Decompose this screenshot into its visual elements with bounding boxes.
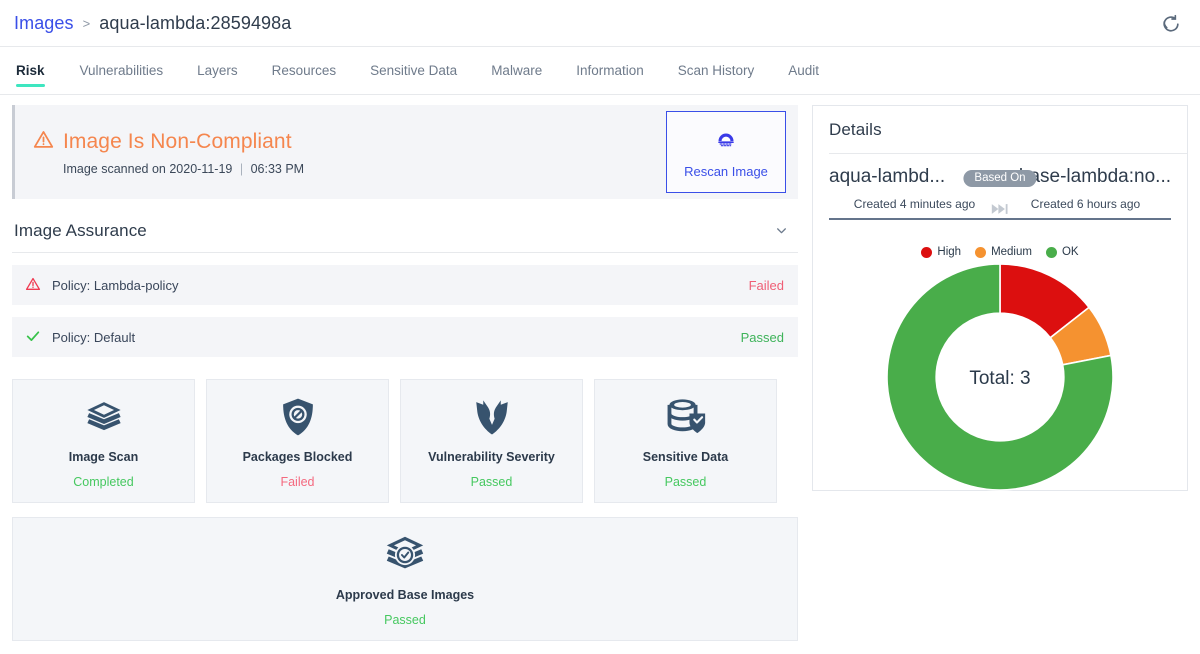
- details-divider: [829, 153, 1187, 154]
- control-card-sensitive-data[interactable]: Sensitive Data Passed: [594, 379, 777, 503]
- control-cards-row: Image Scan Completed Packages Blocked Fa…: [12, 379, 798, 503]
- legend-item-high: High: [921, 246, 961, 258]
- tab-label: Vulnerabilities: [80, 63, 164, 78]
- scan-timestamp-divider: |: [240, 162, 243, 176]
- policy-name: Policy: Default: [52, 330, 741, 345]
- rescan-image-label: Rescan Image: [684, 164, 768, 179]
- shield-block-icon: [278, 394, 318, 440]
- base-image-bar: [1000, 218, 1171, 220]
- control-card-image-scan[interactable]: Image Scan Completed: [12, 379, 195, 503]
- policy-status: Passed: [741, 330, 784, 345]
- legend-dot-medium: [975, 247, 986, 258]
- policy-row[interactable]: Policy: Lambda-policy Failed: [12, 265, 798, 305]
- control-status: Completed: [73, 475, 133, 489]
- control-name: Vulnerability Severity: [428, 450, 555, 464]
- legend-dot-ok: [1046, 247, 1057, 258]
- tab-label: Resources: [272, 63, 337, 78]
- warning-triangle-icon: [33, 129, 54, 156]
- check-icon: [25, 328, 41, 347]
- breadcrumb-bar: Images > aqua-lambda:2859498a: [0, 0, 1200, 47]
- tab-malware[interactable]: Malware: [474, 47, 559, 94]
- image-assurance-header: Image Assurance: [12, 209, 798, 253]
- tab-bar: Risk Vulnerabilities Layers Resources Se…: [0, 47, 1200, 95]
- tab-label: Scan History: [678, 63, 755, 78]
- control-card-approved-base-images[interactable]: Approved Base Images Passed: [12, 517, 798, 641]
- approved-base-images-icon: [382, 532, 428, 578]
- compliance-status: Image Is Non-Compliant: [33, 129, 666, 156]
- donut-svg: Total: 3: [885, 262, 1115, 492]
- chevron-down-icon[interactable]: [771, 220, 792, 241]
- tab-sensitive-data[interactable]: Sensitive Data: [353, 47, 474, 94]
- tab-label: Risk: [16, 63, 45, 78]
- tab-information[interactable]: Information: [559, 47, 661, 94]
- legend-label: Medium: [991, 246, 1032, 258]
- control-name: Approved Base Images: [336, 588, 474, 602]
- breadcrumb-current-image: aqua-lambda:2859498a: [99, 13, 291, 34]
- scan-time: 06:33 PM: [251, 162, 305, 176]
- risk-main-column: Image Is Non-Compliant Image scanned on …: [12, 105, 798, 654]
- base-image-created: Created 6 hours ago: [1000, 197, 1171, 211]
- compliance-banner-texts: Image Is Non-Compliant Image scanned on …: [33, 129, 666, 176]
- control-name: Sensitive Data: [643, 450, 728, 464]
- tab-resources[interactable]: Resources: [255, 47, 354, 94]
- tab-label: Sensitive Data: [370, 63, 457, 78]
- details-column: Details aqua-lambd... Created 4 minutes …: [812, 105, 1188, 654]
- rescan-image-button[interactable]: Rescan Image: [666, 111, 786, 193]
- current-image-created: Created 4 minutes ago: [829, 197, 1000, 211]
- tab-vulnerabilities[interactable]: Vulnerabilities: [63, 47, 181, 94]
- image-lineage: aqua-lambd... Created 4 minutes ago base…: [829, 166, 1171, 220]
- control-status: Passed: [471, 475, 513, 489]
- scan-timestamp: Image scanned on 2020-11-19 | 06:33 PM: [63, 162, 666, 176]
- compliance-status-text: Image Is Non-Compliant: [63, 130, 292, 154]
- tab-layers[interactable]: Layers: [180, 47, 255, 94]
- tab-label: Information: [576, 63, 644, 78]
- scan-timestamp-prefix: Image scanned on: [63, 162, 166, 176]
- skip-forward-icon: [991, 202, 1009, 220]
- breadcrumb-separator: >: [83, 16, 91, 31]
- control-status: Failed: [280, 475, 314, 489]
- details-title: Details: [829, 120, 1171, 140]
- control-status: Passed: [384, 613, 426, 627]
- current-image-bar: [829, 218, 1000, 220]
- tab-audit[interactable]: Audit: [771, 47, 836, 94]
- policy-row[interactable]: Policy: Default Passed: [12, 317, 798, 357]
- layers-icon: [83, 394, 125, 440]
- control-name: Packages Blocked: [243, 450, 353, 464]
- legend-item-ok: OK: [1046, 246, 1079, 258]
- policy-name: Policy: Lambda-policy: [52, 278, 749, 293]
- legend-label: High: [937, 246, 961, 258]
- scan-image-icon: [714, 126, 738, 155]
- tab-label: Audit: [788, 63, 819, 78]
- policy-status: Failed: [749, 278, 784, 293]
- page-content: Image Is Non-Compliant Image scanned on …: [0, 95, 1200, 654]
- tab-scan-history[interactable]: Scan History: [661, 47, 772, 94]
- database-shield-icon: [665, 394, 707, 440]
- breadcrumb-images-link[interactable]: Images: [14, 13, 74, 34]
- severity-legend: High Medium OK: [829, 246, 1171, 258]
- tab-label: Malware: [491, 63, 542, 78]
- compliance-banner: Image Is Non-Compliant Image scanned on …: [12, 105, 798, 199]
- details-panel: Details aqua-lambd... Created 4 minutes …: [812, 105, 1188, 491]
- based-on-badge: Based On: [963, 170, 1036, 187]
- control-card-vulnerability-severity[interactable]: Vulnerability Severity Passed: [400, 379, 583, 503]
- control-status: Passed: [665, 475, 707, 489]
- legend-item-medium: Medium: [975, 246, 1032, 258]
- image-assurance-title: Image Assurance: [14, 221, 771, 241]
- control-card-packages-blocked[interactable]: Packages Blocked Failed: [206, 379, 389, 503]
- warning-triangle-icon: [25, 276, 41, 295]
- tab-label: Layers: [197, 63, 238, 78]
- refresh-icon[interactable]: [1158, 10, 1184, 36]
- severity-donut-chart: Total: 3: [829, 262, 1171, 492]
- tab-risk[interactable]: Risk: [14, 47, 63, 94]
- legend-dot-high: [921, 247, 932, 258]
- vulnerability-icon: [472, 394, 512, 440]
- control-name: Image Scan: [69, 450, 138, 464]
- donut-total-label: Total: 3: [969, 368, 1030, 389]
- legend-label: OK: [1062, 246, 1079, 258]
- scan-date: 2020-11-19: [169, 162, 232, 176]
